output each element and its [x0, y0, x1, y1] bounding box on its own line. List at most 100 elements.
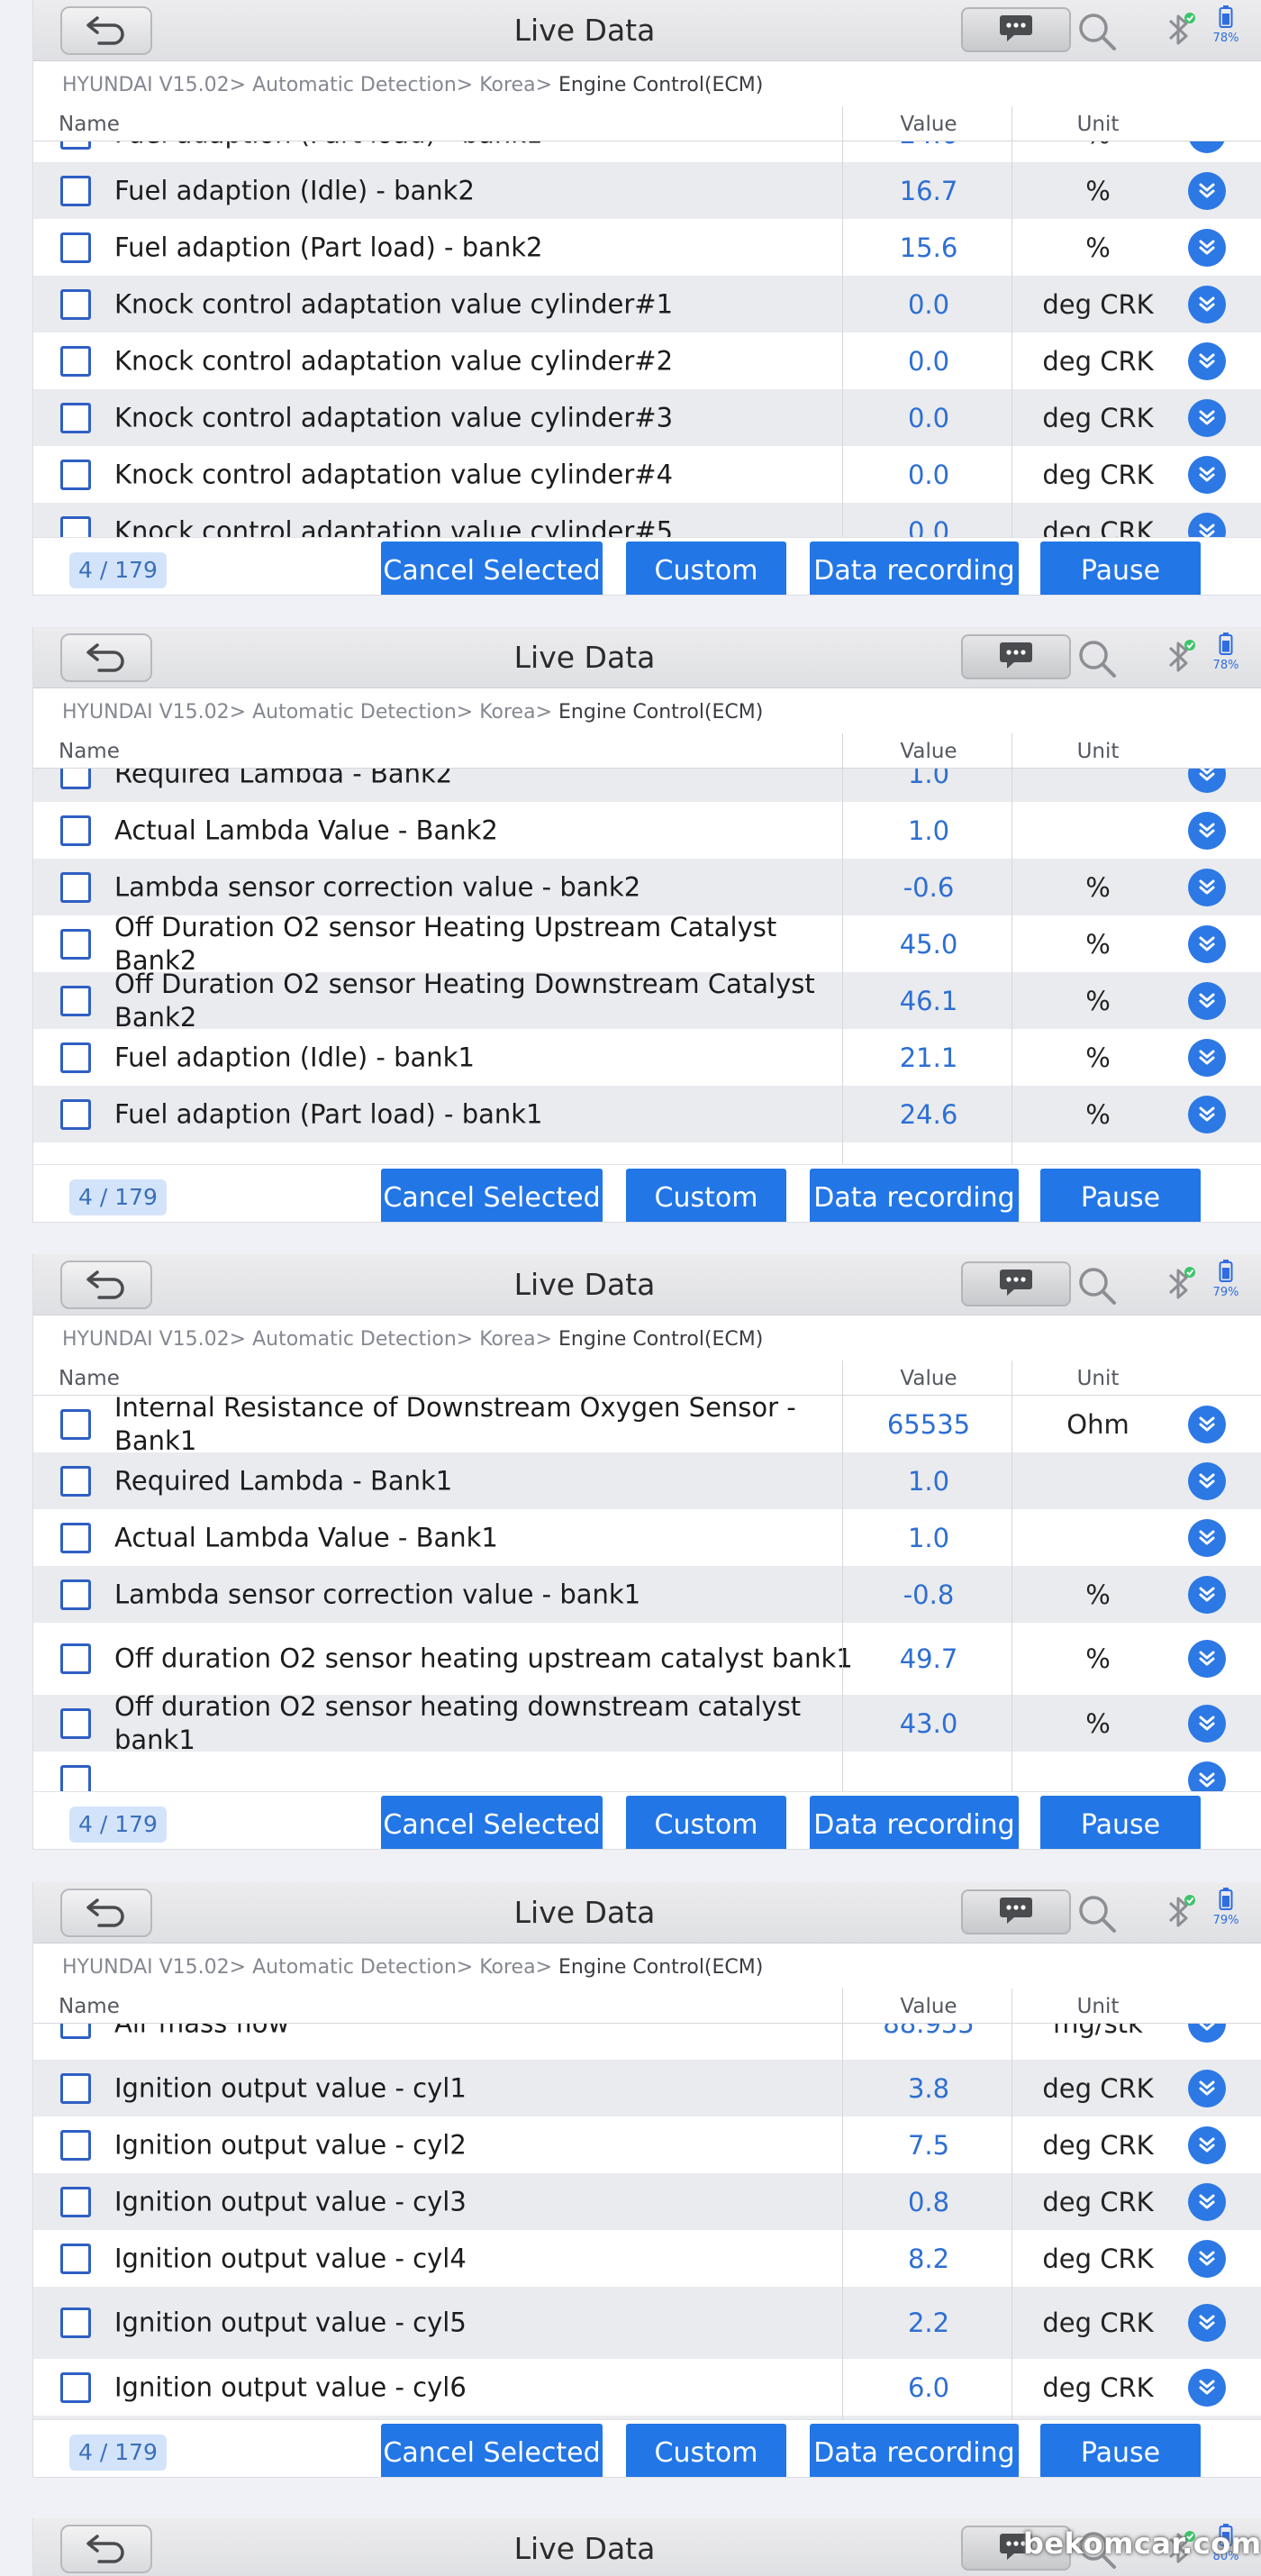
data-recording-button[interactable]: Data recording — [810, 1169, 1019, 1222]
data-row[interactable]: Actual Lambda Value - Bank2 1.0 — [33, 802, 1261, 859]
row-checkbox[interactable] — [60, 2307, 91, 2338]
cancel-selected-button[interactable]: Cancel Selected — [381, 2424, 603, 2477]
custom-button[interactable]: Custom — [626, 2424, 786, 2477]
expand-chevron-icon[interactable] — [1188, 924, 1226, 963]
custom-button[interactable]: Custom — [626, 542, 786, 595]
back-button[interactable] — [60, 6, 152, 55]
cancel-selected-button[interactable]: Cancel Selected — [381, 542, 603, 595]
data-row[interactable] — [33, 1752, 1261, 1791]
row-checkbox[interactable] — [60, 402, 91, 433]
cancel-selected-button[interactable]: Cancel Selected — [381, 1796, 603, 1849]
data-row[interactable]: Fuel adaption (Idle) - bank1 21.1 % — [33, 1029, 1261, 1086]
expand-chevron-icon[interactable] — [1188, 2182, 1226, 2221]
row-checkbox[interactable] — [60, 2072, 91, 2104]
data-row[interactable]: Fuel adaption (Idle) - bank2 16.7 % — [33, 162, 1261, 219]
row-checkbox[interactable] — [60, 1408, 91, 1440]
row-checkbox[interactable] — [60, 769, 91, 789]
row-checkbox[interactable] — [60, 1465, 91, 1497]
data-list[interactable]: Required Lambda - Bank2 1.0 Actual Lambd… — [33, 768, 1261, 1164]
message-button[interactable] — [961, 7, 1071, 52]
expand-chevron-icon[interactable] — [1188, 1038, 1226, 1077]
expand-chevron-icon[interactable] — [1188, 2239, 1226, 2278]
data-row[interactable]: Fuel adaption (Part load) - bank1 24.6 % — [33, 1086, 1261, 1142]
data-recording-button[interactable]: Data recording — [810, 1796, 1019, 1849]
message-button[interactable] — [961, 1261, 1071, 1306]
row-checkbox[interactable] — [60, 2129, 91, 2161]
row-checkbox[interactable] — [60, 928, 91, 960]
row-checkbox[interactable] — [60, 815, 91, 846]
expand-chevron-icon[interactable] — [1188, 1575, 1226, 1614]
expand-chevron-icon[interactable] — [1188, 1095, 1226, 1133]
expand-chevron-icon[interactable] — [1188, 398, 1226, 437]
row-checkbox[interactable] — [60, 1707, 91, 1739]
data-row[interactable]: Knock control adaptation value cylinder#… — [33, 446, 1261, 503]
pause-button[interactable]: Pause — [1040, 2424, 1201, 2477]
data-list[interactable]: Fuel adaption (Part load) - bank1 24.6 %… — [33, 141, 1261, 537]
row-checkbox[interactable] — [60, 2186, 91, 2217]
data-row[interactable]: Knock control adaptation value cylinder#… — [33, 389, 1261, 446]
data-row[interactable]: Ignition output value - cyl2 7.5 deg CRK — [33, 2116, 1261, 2173]
row-checkbox[interactable] — [60, 2243, 91, 2274]
data-row[interactable]: Lambda sensor correction value - bank1 -… — [33, 1566, 1261, 1623]
expand-chevron-icon[interactable] — [1188, 1461, 1226, 1500]
data-row[interactable]: Lambda sensor correction value - bank2 -… — [33, 859, 1261, 915]
expand-chevron-icon[interactable] — [1188, 2368, 1226, 2407]
data-list[interactable]: Air mass flow 88.955 mg/stk Ignition out… — [33, 2023, 1261, 2419]
expand-chevron-icon[interactable] — [1188, 1761, 1226, 1791]
row-checkbox[interactable] — [60, 175, 91, 206]
data-row[interactable]: Knock control adaptation value cylinder#… — [33, 503, 1261, 537]
data-row[interactable]: Off duration O2 sensor heating upstream … — [33, 1623, 1261, 1695]
row-checkbox[interactable] — [60, 985, 91, 1016]
expand-chevron-icon[interactable] — [1188, 2024, 1226, 2043]
expand-chevron-icon[interactable] — [1188, 512, 1226, 537]
data-row[interactable]: Fuel adaption (Part load) - bank1 24.6 % — [33, 141, 1261, 162]
data-row[interactable]: Off Duration O2 sensor Heating Downstrea… — [33, 969, 1261, 1033]
expand-chevron-icon[interactable] — [1188, 455, 1226, 494]
data-recording-button[interactable]: Data recording — [810, 2424, 1019, 2477]
expand-chevron-icon[interactable] — [1188, 868, 1226, 906]
expand-chevron-icon[interactable] — [1188, 2125, 1226, 2164]
data-row[interactable]: Required Lambda - Bank2 1.0 — [33, 769, 1261, 802]
expand-chevron-icon[interactable] — [1188, 2304, 1226, 2342]
expand-chevron-icon[interactable] — [1188, 341, 1226, 380]
custom-button[interactable]: Custom — [626, 1796, 786, 1849]
message-button[interactable] — [961, 634, 1071, 679]
data-row[interactable]: Ignition output value - cyl6 6.0 deg CRK — [33, 2359, 1261, 2416]
data-row[interactable]: Air mass flow 88.955 mg/stk — [33, 2024, 1261, 2060]
row-checkbox[interactable] — [60, 1042, 91, 1073]
data-list[interactable]: Internal Resistance of Downstream Oxygen… — [33, 1395, 1261, 1791]
expand-chevron-icon[interactable] — [1188, 981, 1226, 1020]
row-checkbox[interactable] — [60, 1522, 91, 1553]
search-icon[interactable] — [1076, 1265, 1118, 1310]
expand-chevron-icon[interactable] — [1188, 1518, 1226, 1557]
row-checkbox[interactable] — [60, 1643, 91, 1674]
data-row[interactable]: Fuel adaption (Part load) - bank2 15.6 % — [33, 219, 1261, 276]
data-row[interactable]: Ignition output value - cyl3 0.8 deg CRK — [33, 2173, 1261, 2230]
row-checkbox[interactable] — [60, 232, 91, 263]
row-checkbox[interactable] — [60, 1579, 91, 1610]
back-button[interactable] — [60, 1261, 152, 1309]
expand-chevron-icon[interactable] — [1188, 1640, 1226, 1678]
row-checkbox[interactable] — [60, 345, 91, 377]
row-checkbox[interactable] — [60, 141, 91, 150]
expand-chevron-icon[interactable] — [1188, 2069, 1226, 2107]
back-button[interactable] — [60, 1889, 152, 1937]
expand-chevron-icon[interactable] — [1188, 141, 1226, 153]
data-row[interactable]: Ignition output value - cyl5 2.2 deg CRK — [33, 2287, 1261, 2359]
expand-chevron-icon[interactable] — [1188, 171, 1226, 210]
pause-button[interactable]: Pause — [1040, 542, 1201, 595]
data-row[interactable]: Knock control adaptation value cylinder#… — [33, 332, 1261, 389]
back-button[interactable] — [60, 2525, 152, 2573]
row-checkbox[interactable] — [60, 515, 91, 537]
expand-chevron-icon[interactable] — [1188, 228, 1226, 267]
row-checkbox[interactable] — [60, 871, 91, 903]
data-row[interactable]: Required Lambda - Bank1 1.0 — [33, 1452, 1261, 1509]
row-checkbox[interactable] — [60, 1764, 91, 1791]
back-button[interactable] — [60, 633, 152, 682]
custom-button[interactable]: Custom — [626, 1169, 786, 1222]
data-row[interactable]: Ignition output value - cyl4 8.2 deg CRK — [33, 2230, 1261, 2287]
expand-chevron-icon[interactable] — [1188, 1704, 1226, 1743]
search-icon[interactable] — [1076, 11, 1118, 56]
row-checkbox[interactable] — [60, 2371, 91, 2403]
row-checkbox[interactable] — [60, 288, 91, 320]
